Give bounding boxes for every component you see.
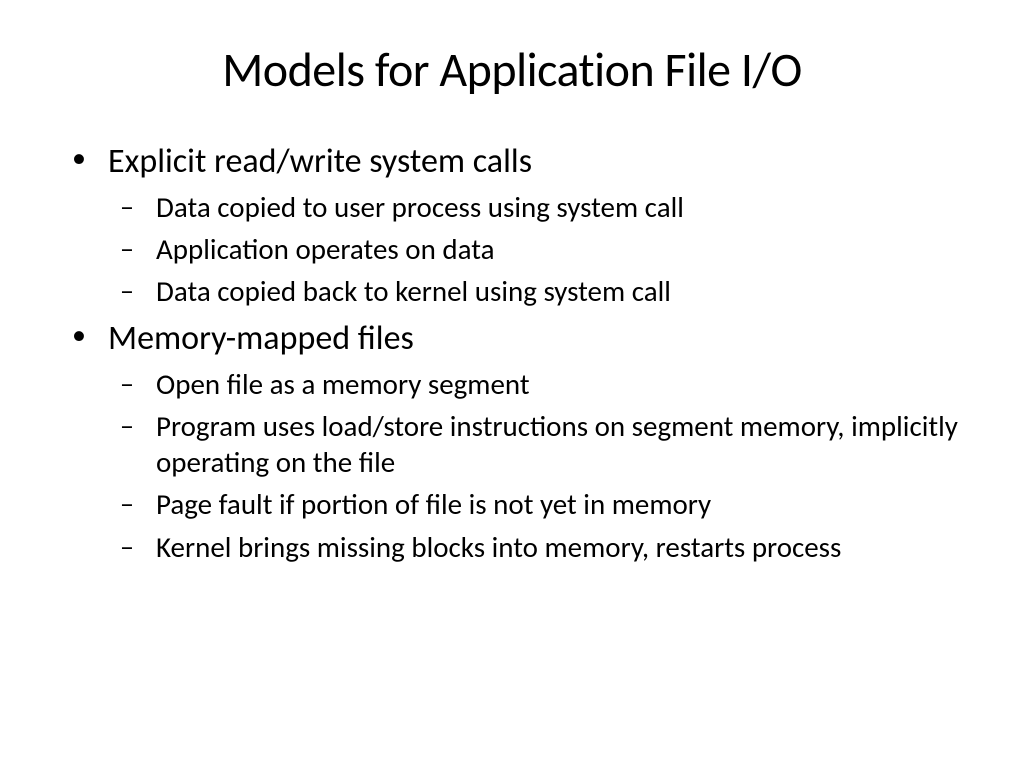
bullet-list: Explicit read/write system calls Data co… [60,139,964,565]
bullet-level-1: Explicit read/write system calls [60,139,964,185]
bullet-level-2: Program uses load/store instructions on … [60,408,964,481]
bullet-level-2: Data copied back to kernel using system … [60,273,964,309]
bullet-level-2: Page fault if portion of file is not yet… [60,486,964,522]
bullet-level-2: Application operates on data [60,231,964,267]
bullet-level-2: Data copied to user process using system… [60,189,964,225]
slide-title: Models for Application File I/O [60,40,964,99]
bullet-level-2: Open file as a memory segment [60,366,964,402]
bullet-level-2: Kernel brings missing blocks into memory… [60,529,964,565]
bullet-level-1: Memory-mapped files [60,316,964,362]
